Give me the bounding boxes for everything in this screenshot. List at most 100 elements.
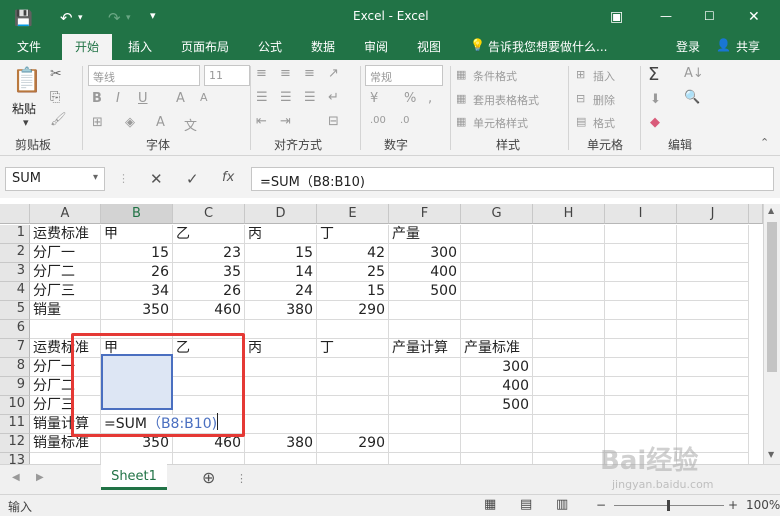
table-cell[interactable]: 产量 [389, 225, 461, 244]
close-icon[interactable]: ✕ [748, 9, 760, 25]
sort-filter-icon[interactable]: A↓ [684, 66, 704, 81]
table-cell[interactable] [461, 244, 533, 263]
zoom-level[interactable]: 100% [746, 498, 780, 512]
tab-formulas[interactable]: 公式 [258, 38, 282, 55]
table-cell[interactable] [389, 396, 461, 415]
table-cell[interactable] [317, 377, 389, 396]
underline-icon[interactable]: U [138, 91, 148, 106]
formula-input[interactable]: =SUM（B8:B10) [251, 167, 774, 191]
table-cell[interactable] [533, 320, 605, 339]
table-cell[interactable] [677, 263, 749, 282]
table-cell[interactable] [245, 396, 317, 415]
row-header[interactable]: 6 [0, 320, 30, 339]
table-cell[interactable] [677, 377, 749, 396]
table-cell[interactable] [533, 244, 605, 263]
table-cell[interactable]: 300 [389, 244, 461, 263]
currency-icon[interactable]: ¥ [370, 91, 378, 106]
table-cell[interactable]: 24 [245, 282, 317, 301]
row-header[interactable]: 4 [0, 282, 30, 301]
table-cell[interactable] [605, 415, 677, 434]
table-cell[interactable] [389, 377, 461, 396]
align-middle-icon[interactable]: ≡ [280, 66, 291, 81]
table-cell[interactable]: 34 [101, 282, 173, 301]
table-cell[interactable] [533, 453, 605, 464]
row-header[interactable]: 10 [0, 396, 30, 415]
redo-icon[interactable]: ↷ [108, 9, 121, 27]
font-color-icon[interactable]: A [156, 115, 165, 130]
table-cell[interactable] [677, 282, 749, 301]
zoom-out-icon[interactable]: − [596, 498, 606, 512]
column-header[interactable]: J [677, 204, 749, 224]
table-cell[interactable] [605, 339, 677, 358]
table-cell[interactable] [389, 320, 461, 339]
table-cell[interactable] [245, 320, 317, 339]
table-cell[interactable]: 丁 [317, 225, 389, 244]
next-sheet-icon[interactable]: ▶ [36, 472, 44, 483]
table-cell[interactable] [389, 453, 461, 464]
table-cell[interactable] [461, 415, 533, 434]
cut-icon[interactable]: ✂ [50, 66, 62, 82]
table-cell[interactable]: 乙 [173, 225, 245, 244]
table-cell[interactable] [461, 263, 533, 282]
font-name-combo[interactable]: 等线 [88, 65, 200, 86]
table-cell[interactable] [30, 453, 101, 464]
align-right-icon[interactable]: ☰ [304, 90, 316, 105]
table-cell[interactable]: 26 [101, 263, 173, 282]
table-cell[interactable] [389, 434, 461, 453]
table-cell[interactable] [605, 282, 677, 301]
zoom-slider-thumb[interactable] [667, 500, 670, 511]
page-break-view-icon[interactable]: ▥ [556, 497, 568, 512]
row-header[interactable]: 12 [0, 434, 30, 453]
undo-dropdown-icon[interactable]: ▾ [78, 13, 83, 23]
scroll-up-icon[interactable]: ▲ [768, 206, 774, 215]
table-cell[interactable] [677, 320, 749, 339]
table-cell[interactable] [677, 225, 749, 244]
cell-style-button[interactable]: 单元格样式 [473, 115, 528, 131]
table-cell[interactable] [533, 339, 605, 358]
table-cell[interactable] [605, 263, 677, 282]
table-cell[interactable] [533, 225, 605, 244]
table-cell[interactable] [677, 358, 749, 377]
comma-style-icon[interactable]: , [428, 91, 432, 106]
tab-file[interactable]: 文件 [17, 38, 41, 55]
row-header[interactable]: 1 [0, 225, 30, 244]
table-cell[interactable] [317, 358, 389, 377]
merge-center-icon[interactable]: ⊟ [328, 114, 339, 129]
table-cell[interactable] [461, 225, 533, 244]
table-cell[interactable]: 丙 [245, 225, 317, 244]
row-header[interactable]: 9 [0, 377, 30, 396]
row-header[interactable]: 13 [0, 453, 30, 464]
table-cell[interactable]: 产量标准 [461, 339, 533, 358]
table-cell[interactable]: 300 [461, 358, 533, 377]
table-cell[interactable]: 350 [101, 301, 173, 320]
table-cell[interactable]: 380 [245, 434, 317, 453]
table-cell[interactable] [101, 453, 173, 464]
paste-label[interactable]: 粘贴 [12, 100, 36, 117]
phonetic-icon[interactable]: 文 [184, 115, 197, 134]
font-shrink-icon[interactable]: A [200, 91, 208, 104]
copy-icon[interactable]: ⎘ [50, 90, 60, 105]
row-header[interactable]: 7 [0, 339, 30, 358]
table-cell[interactable] [389, 301, 461, 320]
autosum-icon[interactable]: Σ [648, 64, 659, 85]
table-cell[interactable] [317, 396, 389, 415]
tab-review[interactable]: 审阅 [364, 38, 388, 55]
paste-icon[interactable]: 📋 [12, 66, 42, 94]
table-cell[interactable] [605, 358, 677, 377]
table-cell[interactable] [605, 320, 677, 339]
column-header[interactable]: A [30, 204, 101, 224]
table-cell[interactable]: 分厂三 [30, 282, 101, 301]
table-cell[interactable] [245, 377, 317, 396]
add-sheet-icon[interactable]: ⊕ [202, 468, 215, 487]
align-left-icon[interactable]: ☰ [256, 90, 268, 105]
fill-icon[interactable]: ⬇ [650, 92, 661, 107]
table-cell[interactable] [461, 320, 533, 339]
clear-icon[interactable]: ◆ [650, 115, 660, 130]
tab-page-layout[interactable]: 页面布局 [181, 38, 229, 55]
tab-view[interactable]: 视图 [417, 38, 441, 55]
table-cell[interactable]: 500 [461, 396, 533, 415]
name-box[interactable]: SUM ▾ [5, 167, 105, 191]
vertical-scrollbar[interactable]: ▲ ▼ [763, 204, 780, 464]
align-bottom-icon[interactable]: ≡ [304, 66, 315, 81]
zoom-in-icon[interactable]: + [728, 498, 738, 512]
